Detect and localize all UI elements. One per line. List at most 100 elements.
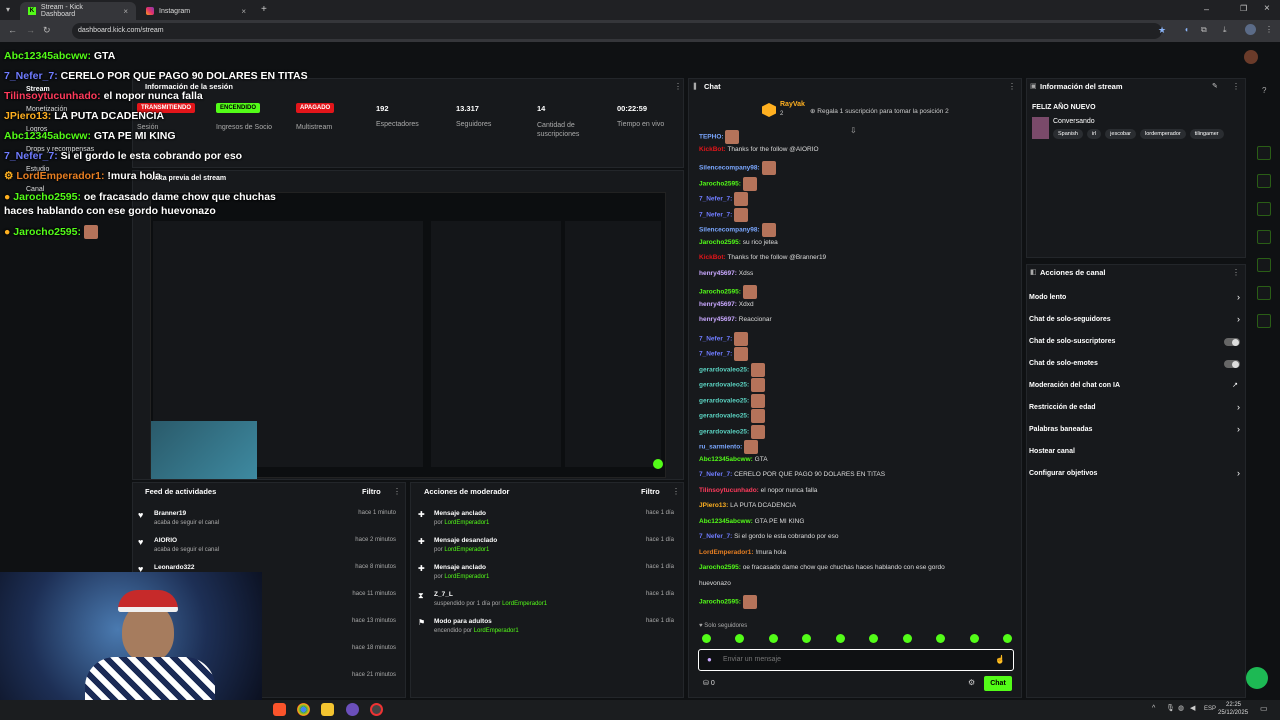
panel-menu-icon[interactable]: ⋮ bbox=[672, 487, 680, 496]
browser-menu-icon[interactable]: ⋮ bbox=[1265, 25, 1273, 34]
chat-settings-icon[interactable]: ⚙ bbox=[968, 678, 975, 687]
chat-message[interactable]: 7_Nefer_7: CERELO POR QUE PAGO 90 DOLARE… bbox=[699, 471, 885, 478]
chat-message[interactable]: Jarocho2595: bbox=[699, 595, 757, 609]
chat-message[interactable]: gerardovaleo25: bbox=[699, 378, 766, 392]
extensions-puzzle-icon[interactable]: ⧉ bbox=[1201, 25, 1207, 35]
chat-username[interactable]: gerardovaleo25: bbox=[699, 382, 749, 389]
chat-message[interactable]: Silencecompany98: bbox=[699, 161, 776, 175]
stream-preview-video[interactable] bbox=[150, 192, 666, 479]
mod-action-row[interactable]: ⚑ Modo para adultos encendido por LordEmpe… bbox=[414, 616, 678, 640]
volume-icon[interactable]: ◀ bbox=[1190, 704, 1195, 712]
chat-username[interactable]: 7_Nefer_7: bbox=[699, 335, 732, 342]
panel-menu-icon[interactable]: ⋮ bbox=[1232, 268, 1240, 277]
chat-message[interactable]: henry45697: Xdss bbox=[699, 270, 753, 277]
activity-feed-row[interactable]: ♥ Branner19 acaba de seguir el canal hace 1… bbox=[136, 508, 400, 532]
chat-message[interactable]: Abc12345abcww: GTA bbox=[699, 456, 768, 463]
toggle-switch[interactable] bbox=[1224, 338, 1240, 346]
close-window-icon[interactable]: × bbox=[1264, 3, 1270, 14]
rail-button-1[interactable] bbox=[1257, 146, 1271, 160]
app-icon[interactable] bbox=[346, 703, 359, 716]
mod-action-row[interactable]: ✚ Mensaje desanclado por LordEmperador1 hac… bbox=[414, 535, 678, 559]
chat-message[interactable]: 7_Nefer_7: bbox=[699, 347, 749, 361]
close-tab-icon[interactable]: × bbox=[123, 7, 128, 16]
chat-message[interactable]: Tilinsoytucunhado: el nopor nunca falla bbox=[699, 487, 817, 494]
rail-button-7[interactable] bbox=[1257, 314, 1271, 328]
tab-list-icon[interactable]: ▾ bbox=[6, 5, 10, 14]
moderator-name[interactable]: LordEmperador1 bbox=[444, 520, 489, 526]
quick-emote-icon[interactable] bbox=[1002, 634, 1012, 643]
panel-menu-icon[interactable]: ⋮ bbox=[393, 487, 401, 496]
quick-emote-icon[interactable] bbox=[802, 634, 812, 643]
mic-icon[interactable]: 🎙 bbox=[1166, 704, 1175, 712]
chat-message[interactable]: Jarocho2595: oe fracasado dame chow que … bbox=[699, 564, 945, 571]
chat-username[interactable]: Abc12345abcww: bbox=[699, 456, 753, 463]
chat-message[interactable]: Jarocho2595: su rico jetea bbox=[699, 239, 778, 246]
forward-icon[interactable]: → bbox=[26, 25, 35, 35]
obs-icon[interactable] bbox=[370, 703, 383, 716]
extension-icon[interactable]: ◖ bbox=[1184, 25, 1189, 34]
rail-button-2[interactable] bbox=[1257, 174, 1271, 188]
chat-message[interactable]: 7_Nefer_7: bbox=[699, 331, 749, 346]
close-tab-icon[interactable]: × bbox=[241, 7, 246, 16]
chat-username[interactable]: JPiero13: bbox=[699, 502, 728, 509]
chat-username[interactable]: Abc12345abcww: bbox=[699, 518, 753, 525]
chat-message[interactable]: ru_sarmiento: bbox=[699, 440, 759, 454]
chat-message[interactable]: LordEmperador1: !mura hola bbox=[699, 549, 786, 556]
stream-tag[interactable]: Spanish bbox=[1053, 129, 1083, 139]
chat-username[interactable]: Silencecompany98: bbox=[699, 165, 760, 172]
stream-tag[interactable]: jescobar bbox=[1105, 129, 1136, 139]
send-chat-button[interactable]: Chat bbox=[984, 676, 1012, 691]
chat-username[interactable]: gerardovaleo25: bbox=[699, 366, 749, 373]
toggle-switch[interactable] bbox=[1224, 360, 1240, 368]
chat-menu-icon[interactable]: ⋮ bbox=[1008, 82, 1016, 91]
chat-message[interactable]: Silencecompany98: bbox=[699, 223, 776, 237]
gift-subscription-text[interactable]: ⊕ Regala 1 suscripción para tomar la pos… bbox=[810, 107, 949, 115]
chat-message[interactable]: TEPHO: bbox=[699, 130, 740, 144]
support-chat-button[interactable] bbox=[1246, 667, 1268, 689]
channel-action-row[interactable]: Chat de solo-suscriptores bbox=[1029, 336, 1242, 350]
tab-instagram[interactable]: Instagram × bbox=[138, 2, 254, 20]
mod-action-row[interactable]: ✚ Mensaje anclado por LordEmperador1 hace 1… bbox=[414, 562, 678, 586]
chat-message[interactable]: Jarocho2595: bbox=[699, 285, 757, 299]
file-explorer-icon[interactable] bbox=[321, 703, 334, 716]
new-tab-icon[interactable]: + bbox=[261, 4, 267, 15]
mod-action-row[interactable]: ⧗ Z_7_L suspendido por 1 día por LordEmper… bbox=[414, 589, 678, 613]
brave-icon[interactable] bbox=[273, 703, 286, 716]
chat-username[interactable]: Jarocho2595: bbox=[699, 289, 741, 296]
chat-username[interactable]: ru_sarmiento: bbox=[699, 444, 742, 451]
chat-message[interactable]: henry45697: Reaccionar bbox=[699, 316, 772, 323]
chat-message[interactable]: KickBot: Thanks for the follow @AIORIO bbox=[699, 146, 819, 153]
chat-username[interactable]: Tilinsoytucunhado: bbox=[699, 487, 759, 494]
minimize-icon[interactable]: – bbox=[1204, 4, 1209, 14]
url-field[interactable]: dashboard.kick.com/stream bbox=[72, 23, 1162, 39]
activity-feed-row[interactable]: ♥ AIORIO acaba de seguir el canal hace 2 mi… bbox=[136, 535, 400, 559]
quick-emote-icon[interactable] bbox=[869, 634, 879, 643]
quick-emote-icon[interactable] bbox=[735, 634, 745, 643]
quick-emote-icon[interactable] bbox=[835, 634, 845, 643]
channel-action-row[interactable]: Chat de solo-seguidores › bbox=[1029, 314, 1242, 328]
channel-action-row[interactable]: Modo lento › bbox=[1029, 292, 1242, 306]
bookmark-star-icon[interactable]: ★ bbox=[1158, 25, 1166, 36]
user-avatar[interactable] bbox=[1244, 50, 1258, 64]
pinned-user[interactable]: RayVak bbox=[780, 101, 805, 108]
wifi-icon[interactable]: ◍ bbox=[1178, 704, 1184, 712]
moderator-name[interactable]: LordEmperador1 bbox=[474, 628, 519, 634]
notification-icon[interactable]: ▭ bbox=[1260, 704, 1268, 713]
rail-button-6[interactable] bbox=[1257, 286, 1271, 300]
chat-username[interactable]: 7_Nefer_7: bbox=[699, 533, 732, 540]
stream-tag[interactable]: tilingamer bbox=[1189, 129, 1224, 139]
rail-button-5[interactable] bbox=[1257, 258, 1271, 272]
channel-action-row[interactable]: Chat de solo-emotes bbox=[1029, 358, 1242, 372]
maximize-icon[interactable]: ❐ bbox=[1240, 4, 1247, 13]
chat-message[interactable]: gerardovaleo25: bbox=[699, 362, 766, 377]
chat-input[interactable]: ● Enviar un mensaje ☝ bbox=[698, 649, 1014, 671]
chat-username[interactable]: LordEmperador1: bbox=[699, 549, 754, 556]
stream-tag[interactable]: lordemperador bbox=[1139, 129, 1186, 139]
quick-emote-icon[interactable] bbox=[969, 634, 979, 643]
chat-message[interactable]: gerardovaleo25: bbox=[699, 393, 766, 408]
chat-username[interactable]: KickBot: bbox=[699, 254, 726, 261]
chat-username[interactable]: 7_Nefer_7: bbox=[699, 471, 732, 478]
channel-action-row[interactable]: Palabras baneadas › bbox=[1029, 424, 1242, 438]
chat-message[interactable]: henry45697: Xdxd bbox=[699, 301, 754, 308]
clock-time[interactable]: 22:25 bbox=[1226, 702, 1241, 708]
